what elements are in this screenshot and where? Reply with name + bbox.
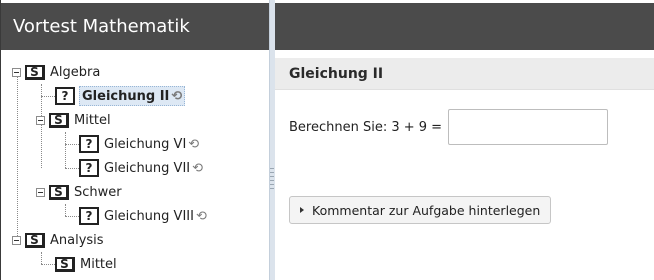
navigation-pane: Vortest Mathematik S Algebra ? Gleichung…	[0, 0, 269, 280]
collapse-toggle-icon[interactable]	[36, 115, 45, 125]
tree-guide-line	[41, 252, 42, 264]
question-label: Berechnen Sie: 3 + 9 =	[289, 119, 443, 135]
section-icon: S	[25, 232, 45, 248]
tree-node-label: Gleichung VIII	[104, 208, 194, 224]
add-comment-button[interactable]: Kommentar zur Aufgabe hinterlegen	[289, 196, 552, 224]
tree-node-label: Gleichung VII	[104, 160, 191, 176]
tree-node-algebra[interactable]: S Algebra	[12, 61, 100, 83]
retry-icon: ⟲	[171, 88, 183, 104]
tree-node-gleichung-vi[interactable]: ? Gleichung VI ⟲	[79, 133, 199, 155]
tree-node-mittel[interactable]: S Mittel	[36, 109, 111, 131]
tree-guide-line	[65, 216, 79, 217]
retry-icon: ⟲	[195, 208, 207, 224]
tree-node-analysis[interactable]: S Analysis	[12, 229, 104, 251]
tree-node-label: Analysis	[50, 232, 104, 248]
retry-icon: ⟲	[188, 136, 200, 152]
selected-node-highlight[interactable]: Gleichung II ⟲	[79, 86, 186, 106]
tree-guide-line	[65, 144, 79, 145]
question-icon: ?	[79, 159, 99, 177]
tree-node-label: Algebra	[50, 64, 101, 80]
question-icon: ?	[79, 135, 99, 153]
splitter-grip-icon[interactable]	[270, 168, 274, 190]
tree-guide-line	[65, 204, 66, 216]
tree-guide-line	[41, 264, 55, 265]
tree-node-gleichung-ii[interactable]: ? Gleichung II ⟲	[55, 85, 186, 107]
tree-guide-line	[65, 168, 79, 169]
section-icon: S	[25, 64, 45, 80]
question-title: Gleichung II	[275, 58, 654, 90]
collapse-toggle-icon[interactable]	[12, 67, 21, 77]
collapse-toggle-icon[interactable]	[36, 187, 45, 197]
expand-arrow-icon	[300, 207, 304, 213]
tree-node-label: Schwer	[74, 184, 122, 200]
question-tree: S Algebra ? Gleichung II ⟲ S Mittel ? Gl…	[1, 50, 269, 280]
section-icon: S	[49, 112, 69, 128]
tree-guide-line	[17, 72, 18, 242]
tree-node-label: Mittel	[74, 112, 111, 128]
tree-guide-line	[65, 132, 66, 168]
question-row: Berechnen Sie: 3 + 9 =	[289, 109, 609, 145]
add-comment-button-label: Kommentar zur Aufgabe hinterlegen	[312, 202, 541, 218]
tree-node-mittel[interactable]: S Mittel	[55, 253, 117, 275]
tree-node-gleichung-vii[interactable]: ? Gleichung VII ⟲	[79, 157, 203, 179]
collapse-toggle-icon[interactable]	[12, 235, 21, 245]
app-title: Vortest Mathematik	[1, 3, 269, 50]
question-icon: ?	[55, 87, 75, 105]
section-icon: S	[55, 256, 75, 272]
tree-node-gleichung-viii[interactable]: ? Gleichung VIII ⟲	[79, 205, 207, 227]
tree-node-schwer[interactable]: S Schwer	[36, 181, 122, 203]
question-icon: ?	[79, 207, 99, 225]
tree-node-label: Gleichung II	[82, 88, 170, 104]
content-pane: Gleichung II Berechnen Sie: 3 + 9 = Komm…	[275, 0, 654, 280]
retry-icon: ⟲	[192, 160, 204, 176]
tree-node-label: Mittel	[80, 256, 117, 272]
answer-input[interactable]	[448, 109, 609, 145]
section-icon: S	[49, 184, 69, 200]
content-header-bar	[275, 3, 654, 50]
tree-node-label: Gleichung VI	[104, 136, 187, 152]
tree-guide-line	[41, 96, 55, 97]
